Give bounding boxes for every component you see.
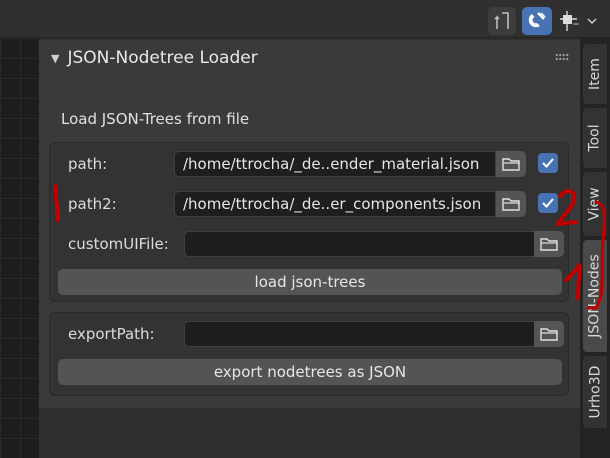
path-row: path: /home/ttrocha/_de..ender_material.…	[50, 149, 570, 179]
collapse-triangle-icon[interactable]: ▼	[51, 52, 59, 65]
snap-toggle-button[interactable]	[522, 7, 552, 35]
sidebar-panel: ▼ JSON-Nodetree Loader Load JSON-Trees f…	[38, 38, 581, 458]
tab-tool[interactable]: Tool	[583, 108, 607, 168]
export-path-browse-button[interactable]	[534, 321, 564, 347]
custom-ui-file-row: customUIFile:	[50, 229, 570, 259]
magnet-snap-icon	[528, 12, 546, 28]
tab-tool-label: Tool	[587, 124, 604, 152]
path2-input[interactable]: /home/ttrocha/_de..er_components.json	[174, 191, 496, 217]
path2-enabled-checkbox[interactable]	[538, 193, 558, 213]
pin-icon	[494, 12, 509, 29]
custom-ui-file-browse-button[interactable]	[534, 231, 564, 257]
folder-icon	[502, 198, 520, 211]
tab-urho3d[interactable]: Urho3D	[583, 356, 607, 428]
panel-body: Load JSON-Trees from file path: /home/tt…	[39, 76, 581, 408]
chevron-down-icon	[587, 18, 597, 24]
node-editor-canvas[interactable]	[0, 38, 38, 458]
section-label: Load JSON-Trees from file	[61, 110, 250, 128]
export-path-input[interactable]	[184, 321, 538, 347]
panel-header[interactable]: ▼ JSON-Nodetree Loader	[39, 40, 581, 76]
path-enabled-checkbox[interactable]	[538, 153, 558, 173]
path2-browse-button[interactable]	[496, 191, 526, 217]
folder-icon	[540, 328, 558, 341]
snap-mode-dropdown[interactable]	[556, 7, 600, 35]
panel-title: JSON-Nodetree Loader	[67, 48, 258, 68]
path-label: path:	[68, 155, 108, 173]
path2-row: path2: /home/ttrocha/_de..er_components.…	[50, 189, 570, 219]
grid-snap-icon	[560, 11, 579, 31]
export-box: exportPath: export nodetrees as JSON	[49, 312, 569, 396]
pin-button[interactable]	[488, 7, 516, 35]
custom-ui-file-input[interactable]	[184, 231, 538, 257]
checkmark-icon	[542, 198, 554, 208]
header-bar	[0, 0, 610, 38]
drag-grip-icon[interactable]	[555, 53, 569, 61]
folder-icon	[540, 238, 558, 251]
tab-urho3d-label: Urho3D	[587, 365, 604, 419]
export-path-row: exportPath:	[50, 319, 570, 349]
tab-json-nodes-label: JSON-Nodes	[587, 254, 603, 338]
tab-json-nodes[interactable]: JSON-Nodes	[583, 240, 607, 352]
folder-icon	[502, 158, 520, 171]
checkmark-icon	[542, 158, 554, 168]
sidebar-tab-strip: Item Tool View JSON-Nodes Urho3D	[580, 38, 610, 458]
path2-label: path2:	[68, 195, 117, 213]
tab-item-label: Item	[587, 58, 603, 90]
path-browse-button[interactable]	[496, 151, 526, 177]
tab-view-label: View	[587, 187, 604, 221]
custom-ui-file-label: customUIFile:	[68, 235, 169, 253]
export-nodetrees-button[interactable]: export nodetrees as JSON	[58, 359, 562, 385]
export-path-label: exportPath:	[68, 325, 155, 343]
path-input[interactable]: /home/ttrocha/_de..ender_material.json	[174, 151, 496, 177]
tab-view[interactable]: View	[583, 172, 607, 236]
load-box: path: /home/ttrocha/_de..ender_material.…	[49, 142, 569, 302]
load-json-trees-button[interactable]: load json-trees	[58, 269, 562, 295]
tab-item[interactable]: Item	[583, 44, 607, 104]
